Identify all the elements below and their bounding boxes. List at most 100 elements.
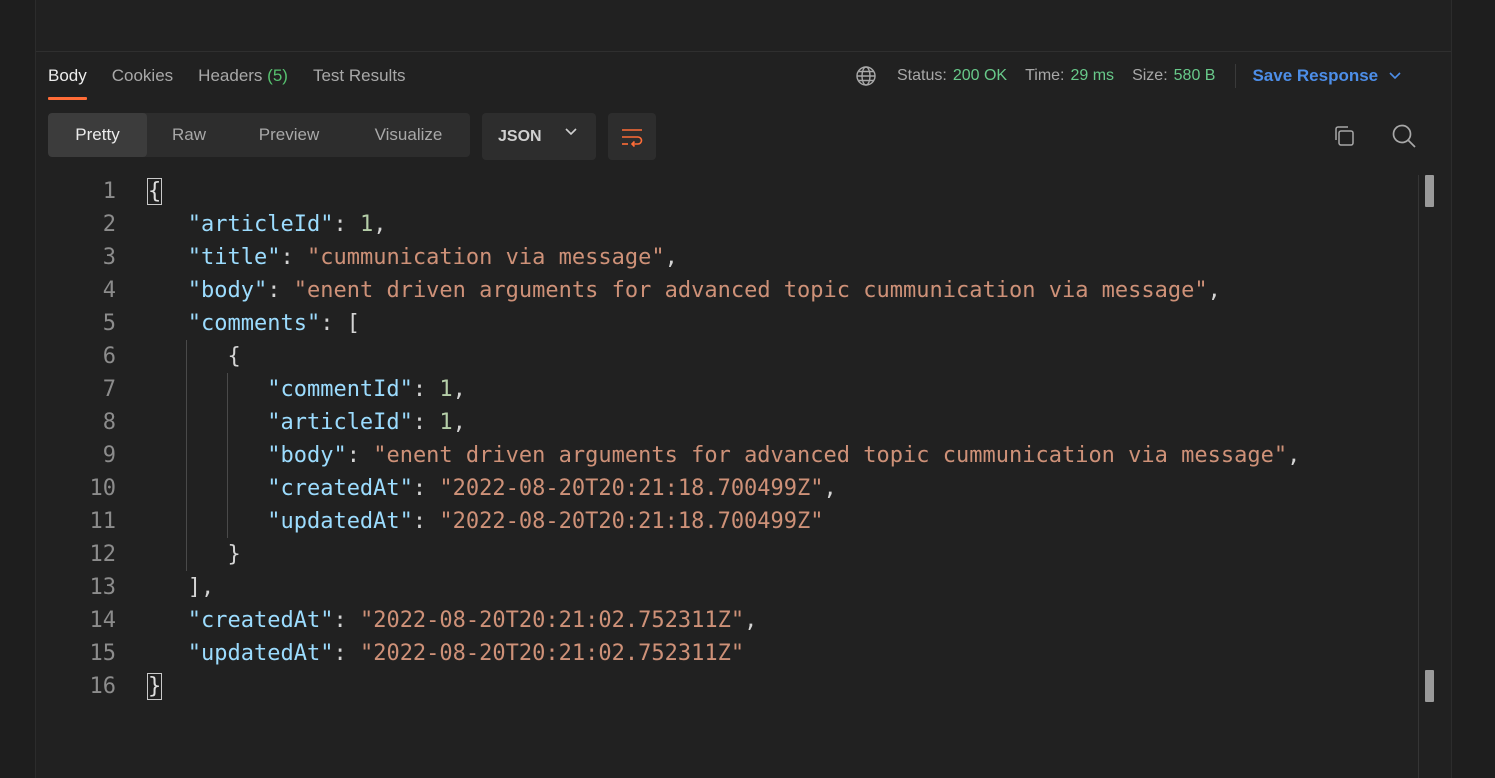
save-response-label: Save Response [1252, 66, 1379, 85]
line-number: 14 [89, 608, 117, 633]
time-label: Time: [1025, 67, 1065, 84]
editor-scrollbar-track [1418, 175, 1419, 778]
status-divider [1235, 64, 1237, 88]
wrap-lines-icon [622, 128, 643, 147]
code-line: 4 "body": "enent driven arguments for ad… [36, 274, 1416, 307]
json-string: "2022-08-20T20:21:18.700499Z" [439, 476, 824, 501]
line-number: 11 [89, 509, 117, 534]
json-string: "enent driven arguments for advanced top… [373, 443, 1288, 468]
view-mode-visualize-label: Visualize [374, 125, 443, 144]
line-number: 6 [102, 344, 116, 369]
line-number: 9 [102, 443, 116, 468]
save-response-button[interactable]: Save Response [1252, 66, 1402, 86]
code-line: 11 "updatedAt": "2022-08-20T20:21:18.700… [36, 505, 1416, 538]
view-mode-raw[interactable]: Raw [147, 113, 231, 157]
code-line: 15 "updatedAt": "2022-08-20T20:21:02.752… [36, 637, 1416, 670]
line-number: 3 [102, 245, 116, 270]
json-key: "comments" [187, 311, 321, 336]
format-select-value: JSON [498, 127, 542, 145]
json-key: "body" [267, 443, 347, 468]
line-number: 15 [89, 641, 117, 666]
code-line: 12 } [36, 538, 1416, 571]
scrollbar-marker-top[interactable] [1425, 175, 1434, 207]
json-number: 1 [439, 377, 453, 402]
json-key: "title" [187, 245, 281, 270]
tab-test-results[interactable]: Test Results [313, 56, 406, 100]
json-string: "2022-08-20T20:21:18.700499Z" [439, 509, 824, 534]
json-key: "body" [187, 278, 268, 303]
json-string: "2022-08-20T20:21:02.752311Z" [359, 608, 745, 633]
json-string: "enent driven arguments for advanced top… [293, 278, 1208, 303]
view-mode-pretty[interactable]: Pretty [48, 113, 147, 157]
tab-headers[interactable]: Headers (5) [198, 56, 288, 100]
line-number: 2 [102, 212, 116, 237]
json-key: "articleId" [267, 410, 413, 435]
search-icon[interactable] [1390, 122, 1418, 150]
response-tabs: Body Cookies Headers (5) Test Results [48, 56, 431, 100]
size-label: Size: [1132, 67, 1168, 84]
scrollbar-marker-bottom[interactable] [1425, 670, 1434, 702]
line-number: 5 [102, 311, 116, 336]
globe-icon[interactable] [855, 65, 877, 87]
response-status-bar: Status: 200 OK Time: 29 ms Size: 580 B S… [855, 56, 1402, 96]
response-body-editor[interactable]: 1{ 2 "articleId": 1, 3 "title": "cummuni… [36, 175, 1416, 703]
json-number: 1 [359, 212, 374, 237]
code-line: 3 "title": "cummunication via message", [36, 241, 1416, 274]
status-label: Status: [897, 67, 947, 84]
json-key: "createdAt" [187, 608, 334, 633]
chevron-down-icon [565, 128, 577, 136]
request-pane-bottom [36, 0, 1451, 52]
tab-test-results-label: Test Results [312, 66, 406, 85]
code-line: 7 "commentId": 1, [36, 373, 1416, 406]
view-mode-pretty-label: Pretty [75, 125, 120, 144]
code-line: 14 "createdAt": "2022-08-20T20:21:02.752… [36, 604, 1416, 637]
headers-count-badge: (5) [267, 66, 288, 85]
json-key: "commentId" [267, 377, 413, 402]
close-brace: } [146, 673, 163, 700]
code-line: 1{ [36, 175, 1416, 208]
json-number: 1 [439, 410, 453, 435]
code-line: 6 { [36, 340, 1416, 373]
tab-body[interactable]: Body [48, 56, 87, 100]
json-string: "2022-08-20T20:21:02.752311Z" [359, 641, 745, 666]
json-key: "updatedAt" [187, 641, 334, 666]
code-line: 13 ], [36, 571, 1416, 604]
tab-cookies-label: Cookies [111, 66, 174, 85]
line-number: 10 [89, 476, 117, 501]
json-string: "cummunication via message" [306, 245, 665, 270]
tab-body-label: Body [48, 66, 87, 85]
right-sidebar-edge [1451, 0, 1495, 778]
tab-cookies[interactable]: Cookies [112, 56, 173, 100]
format-select[interactable]: JSON [482, 113, 596, 160]
code-line: 5 "comments": [ [36, 307, 1416, 340]
code-line: 16} [36, 670, 1416, 703]
json-key: "articleId" [187, 212, 334, 237]
line-number: 7 [102, 377, 116, 402]
line-number: 1 [102, 179, 116, 204]
copy-icon[interactable] [1330, 122, 1358, 150]
status-value[interactable]: 200 OK [953, 67, 1007, 85]
json-key: "createdAt" [267, 476, 413, 501]
code-line: 9 "body": "enent driven arguments for ad… [36, 439, 1416, 472]
view-mode-preview-label: Preview [258, 125, 320, 144]
line-number: 16 [89, 674, 117, 699]
open-brace: { [146, 178, 163, 205]
size-value[interactable]: 580 B [1174, 67, 1216, 85]
wrap-lines-button[interactable] [608, 113, 656, 160]
code-line: 10 "createdAt": "2022-08-20T20:21:18.700… [36, 472, 1416, 505]
tab-headers-label: Headers [198, 66, 263, 85]
view-mode-preview[interactable]: Preview [231, 113, 347, 157]
code-line: 2 "articleId": 1, [36, 208, 1416, 241]
view-mode-raw-label: Raw [171, 125, 206, 144]
line-number: 12 [89, 542, 117, 567]
line-number: 13 [89, 575, 117, 600]
line-number: 8 [102, 410, 116, 435]
time-value[interactable]: 29 ms [1070, 67, 1114, 85]
json-key: "updatedAt" [267, 509, 413, 534]
line-number: 4 [102, 278, 116, 303]
view-mode-visualize[interactable]: Visualize [347, 113, 470, 157]
code-line: 8 "articleId": 1, [36, 406, 1416, 439]
view-mode-selector: Pretty Raw Preview Visualize [48, 113, 470, 157]
chevron-down-icon [1389, 72, 1401, 80]
left-sidebar-edge [0, 0, 36, 778]
